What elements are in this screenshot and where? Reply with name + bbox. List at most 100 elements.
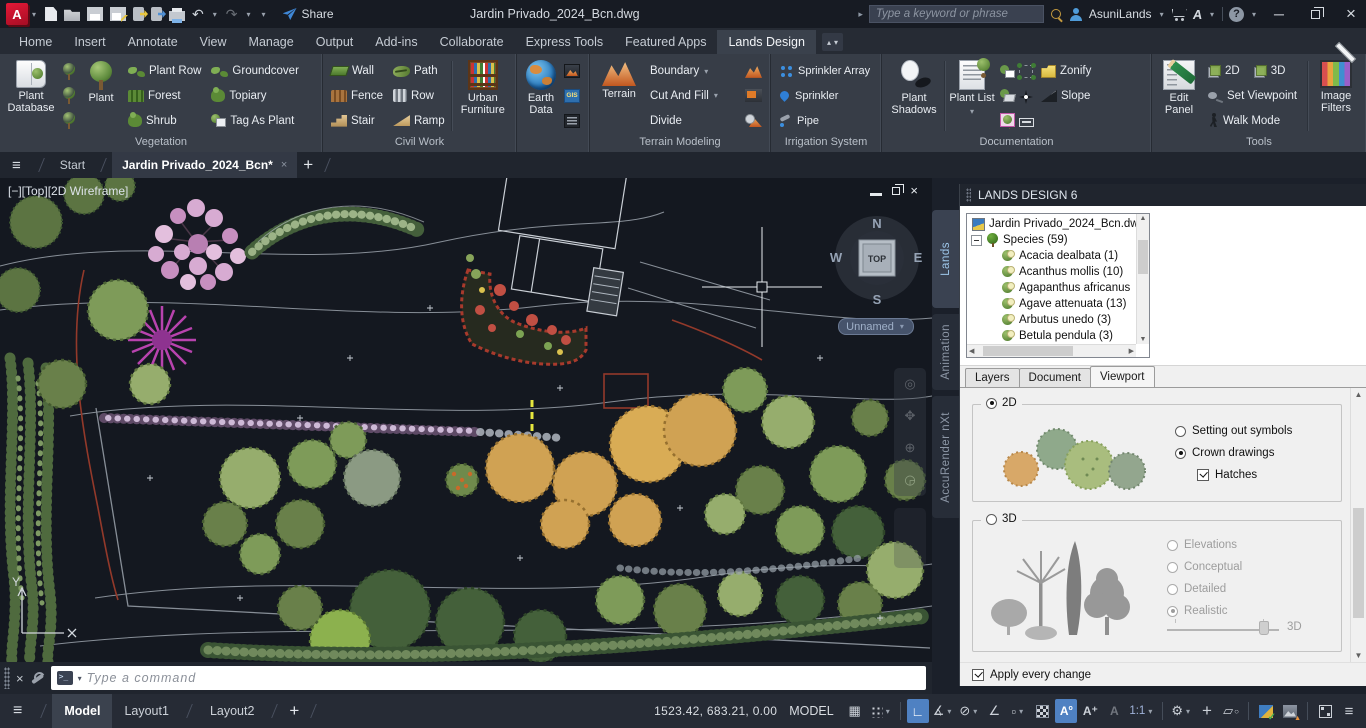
boundary-button[interactable]: Boundary ▾ [647, 60, 765, 82]
tab-view[interactable]: View [189, 30, 238, 54]
viewport-controls[interactable]: [−][Top][2D Wireframe] [8, 184, 128, 198]
new-layout-button[interactable]: + [283, 701, 305, 721]
radio-elevations[interactable]: Elevations [1167, 539, 1302, 551]
help-icon[interactable]: ? [1228, 6, 1244, 22]
workspace-gear-icon[interactable]: ⚙ ▾ [1169, 699, 1194, 723]
new-drawing-button[interactable]: + [297, 155, 319, 175]
edit-panel-button[interactable]: Edit Panel [1155, 57, 1203, 135]
cut-and-fill-dropdown-icon[interactable]: ▾ [714, 91, 718, 100]
signed-in-user[interactable]: AsuniLands [1089, 7, 1152, 21]
redo-icon[interactable]: ↷ [226, 7, 238, 21]
city-data-icon[interactable] [564, 113, 580, 128]
search-expand-icon[interactable]: ▸ [858, 9, 863, 20]
command-input-box[interactable]: ▾ [50, 666, 926, 690]
panel-header[interactable]: LANDS DESIGN 6 [960, 184, 1366, 206]
plant-ground-icon[interactable] [61, 87, 77, 105]
plant-photo-icon[interactable] [61, 62, 77, 80]
tab-start[interactable]: Start [50, 152, 95, 178]
tab-featured-apps[interactable]: Featured Apps [614, 30, 717, 54]
zoom-icon[interactable]: ⊕ [905, 440, 916, 456]
tab-layout2[interactable]: Layout2 [198, 694, 266, 728]
tab-annotate[interactable]: Annotate [117, 30, 189, 54]
plant-row-button[interactable]: Plant Row [125, 60, 204, 82]
tag-as-plant-button[interactable]: Tag As Plant [208, 110, 301, 132]
radio-conceptual[interactable]: Conceptual [1167, 561, 1302, 573]
path-button[interactable]: Path [390, 60, 448, 82]
tab-viewport[interactable]: Viewport [1089, 366, 1155, 387]
forest-button[interactable]: Forest [125, 85, 204, 107]
tab-layout1[interactable]: Layout1 [112, 694, 180, 728]
restore-button[interactable] [1300, 0, 1330, 28]
panel-label-terrain[interactable]: Terrain Modeling [590, 135, 770, 152]
annotation-monitor-icon[interactable]: + [1196, 699, 1218, 723]
divide-button[interactable]: Divide [647, 110, 765, 132]
new-file-icon[interactable] [45, 7, 58, 21]
tree-root-item[interactable]: Jardin Privado_2024_Bcn.dwg [969, 216, 1147, 232]
wall-button[interactable]: Wall [328, 60, 386, 82]
plant-frame-icon[interactable] [1000, 113, 1015, 128]
tab-lands-design[interactable]: Lands Design [717, 30, 816, 54]
app-menu-button[interactable]: A ▾ [6, 3, 38, 25]
tab-manage[interactable]: Manage [238, 30, 305, 54]
share-button[interactable]: Share [282, 7, 334, 21]
plant-label-icon[interactable] [1000, 64, 1015, 78]
app-store-cart-icon[interactable] [1172, 8, 1187, 21]
radio-2d[interactable] [986, 397, 997, 409]
groundcover-button[interactable]: Groundcover [208, 60, 301, 82]
plant-button[interactable]: Plant [79, 57, 123, 135]
ribbon-collapse-button[interactable]: ▴ ▾ [821, 33, 843, 51]
plant-replace-icon[interactable] [61, 112, 77, 130]
radio-setting-out-symbols[interactable]: Setting out symbols [1175, 425, 1292, 437]
transparency-icon[interactable] [1031, 699, 1053, 723]
model-space-toggle[interactable]: MODEL [789, 704, 833, 718]
plant-shadows-button[interactable]: Plant Shadows [885, 57, 943, 135]
slope-button[interactable]: Slope [1038, 85, 1094, 107]
tab-add-ins[interactable]: Add-ins [364, 30, 428, 54]
command-close-icon[interactable]: × [16, 671, 24, 686]
gis-import-icon[interactable]: GIS [564, 88, 580, 103]
tree-vertical-scrollbar[interactable]: ▲ ▼ [1136, 214, 1149, 344]
autodesk-dropdown-icon[interactable]: ▾ [1210, 10, 1214, 19]
named-view-dropdown[interactable]: Unnamed ▾ [838, 318, 914, 335]
tree-item[interactable]: Agapanthus africanus [969, 280, 1147, 296]
shrub-button[interactable]: Shrub [125, 110, 204, 132]
command-grip-handle[interactable] [4, 667, 10, 689]
ortho-mode-icon[interactable]: ∟ [906, 699, 929, 723]
slider-thumb[interactable] [1258, 621, 1269, 635]
walk-mode-button[interactable]: Walk Mode [1205, 110, 1304, 132]
panel-label-vegetation[interactable]: Vegetation [0, 135, 322, 152]
keyword-search-input[interactable] [868, 5, 1044, 23]
annotation-visibility-icon[interactable]: Ao [1055, 699, 1078, 723]
drawing-status-icon[interactable] [1255, 699, 1277, 723]
pan-icon[interactable]: ✥ [905, 408, 916, 424]
isodraft-icon[interactable]: ⊘ ▾ [957, 699, 981, 723]
tree-item[interactable]: Acanthus mollis (10) [969, 264, 1147, 280]
viewport-close-icon[interactable]: × [910, 184, 918, 197]
orbit-icon[interactable]: ◶ [904, 472, 915, 488]
grid-toggle-icon[interactable]: ▦ [844, 699, 866, 723]
tree-item[interactable]: Agave attenuata (13) [969, 296, 1147, 312]
image-filters-button[interactable]: Image Filters [1309, 57, 1363, 135]
save-to-web-mobile-icon[interactable] [151, 7, 163, 21]
tab-layers[interactable]: Layers [965, 368, 1020, 387]
earth-data-button[interactable]: Earth Data [520, 57, 562, 135]
radio-realistic[interactable]: Realistic [1167, 605, 1302, 617]
navigation-bar[interactable]: ◎ ✥ ⊕ ◶ [894, 368, 926, 496]
steering-wheel-icon[interactable]: ◎ [904, 376, 915, 392]
plant-list-dropdown-icon[interactable]: ▾ [970, 106, 974, 118]
panel-label-civil-work[interactable]: Civil Work [323, 135, 516, 152]
tree-species-group[interactable]: Species (59) [969, 232, 1147, 248]
3d-button[interactable]: 3D [1253, 64, 1285, 78]
tab-document[interactable]: Document [1018, 368, 1091, 387]
file-tabs-menu-icon[interactable]: ≡ [0, 157, 33, 174]
tab-output[interactable]: Output [305, 30, 365, 54]
drawing-viewport[interactable]: [−][Top][2D Wireframe] × Y N E S W TOP U… [0, 178, 932, 662]
plant-database-button[interactable]: Plant Database [3, 57, 59, 135]
annotation-autoscale-icon[interactable]: A⁺ [1079, 699, 1101, 723]
radio-detailed[interactable]: Detailed [1167, 583, 1302, 595]
command-customize-icon[interactable] [30, 671, 45, 686]
help-dropdown-icon[interactable]: ▾ [1252, 10, 1256, 19]
clean-screen-icon[interactable] [1314, 699, 1336, 723]
tab-home[interactable]: Home [8, 30, 63, 54]
user-dropdown-icon[interactable]: ▾ [1160, 10, 1164, 19]
